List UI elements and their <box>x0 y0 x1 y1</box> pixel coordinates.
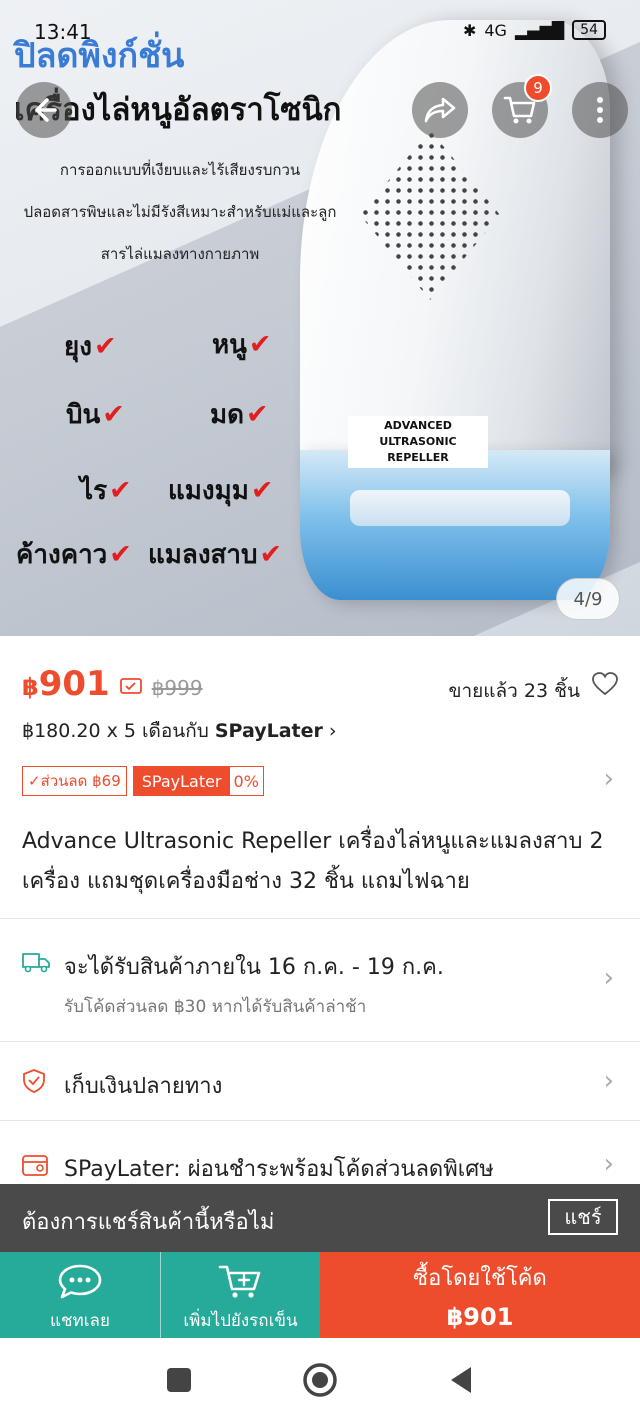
arrow-left-icon <box>35 98 57 122</box>
spaylater-tag-percent: 0% <box>233 771 259 791</box>
discount-tag: ✓ส่วนลด ฿69 <box>22 766 127 796</box>
product-title: Advance Ultrasonic Repeller เครื่องไล่หน… <box>22 829 604 894</box>
chat-button[interactable]: แชทเลย <box>0 1252 160 1338</box>
add-cart-icon <box>218 1265 260 1298</box>
heart-icon <box>592 672 618 696</box>
buy-button-label: ซื้อโดยใช้โค้ด <box>413 1265 547 1291</box>
bluetooth-icon: ✱ <box>462 20 477 40</box>
chat-bubble-icon <box>58 1264 102 1299</box>
pest-item: ค้างคาว✔ <box>16 539 132 570</box>
delivery-truck-icon <box>22 953 50 973</box>
original-price: ฿999 <box>151 676 203 700</box>
device-label-line-2: ULTRASONIC REPELLER <box>379 435 457 464</box>
status-icons: ✱ 4G ▂▄▆█ 54 <box>463 20 606 40</box>
buy-with-voucher-button[interactable]: ซื้อโดยใช้โค้ด ฿901 <box>320 1252 640 1338</box>
current-price: ฿901 <box>22 664 110 704</box>
device-label-line-1: ADVANCED <box>384 419 452 432</box>
add-to-cart-label: เพิ่มไปยังรถเข็น <box>183 1311 298 1331</box>
share-toast-button[interactable]: แชร์ <box>548 1199 618 1235</box>
share-toast-message: ต้องการแชร์สินค้านี้หรือไม่ <box>22 1210 275 1235</box>
pest-item: แมงมุม✔ <box>168 475 274 506</box>
shipping-guarantee: รับโค้ดส่วนลด ฿30 หากได้รับสินค้าล่าช้า <box>64 997 367 1017</box>
cart-button[interactable]: 9 <box>492 74 552 138</box>
cod-row[interactable]: เก็บเงินปลายทาง › <box>0 1042 640 1120</box>
pest-item: ยุง✔ <box>64 331 117 362</box>
add-to-cart-button[interactable]: เพิ่มไปยังรถเข็น <box>160 1252 320 1338</box>
coin-discount-icon <box>119 677 142 700</box>
installment-text: ฿180.20 x 5 เดือนกับ <box>22 720 215 742</box>
buy-button-price: ฿901 <box>446 1302 514 1331</box>
hero-line-3: สารไล่แมลงทางกายภาพ <box>100 245 260 263</box>
device-label: ADVANCED ULTRASONIC REPELLER <box>348 416 488 468</box>
share-arrow-icon <box>424 97 456 123</box>
image-counter: 4/9 <box>556 578 620 620</box>
spaylater-tag-label: SPayLater <box>133 767 230 795</box>
chevron-right-icon: › <box>603 1149 614 1179</box>
hero-line-2: ปลอดสารพิษและไม่มีรังสีเหมาะสำหรับแม่และ… <box>23 203 337 221</box>
more-vertical-icon <box>597 97 603 123</box>
favorite-button[interactable] <box>592 672 618 700</box>
price-row: ฿901 ฿999 <box>22 664 203 704</box>
cod-label: เก็บเงินปลายทาง <box>64 1074 223 1099</box>
chevron-right-icon: › <box>603 1066 614 1096</box>
system-nav-bar <box>0 1338 640 1422</box>
installment-link[interactable]: ฿180.20 x 5 เดือนกับ SPayLater › <box>22 716 337 746</box>
network-label: 4G <box>484 20 507 40</box>
chat-button-label: แชทเลย <box>50 1311 110 1331</box>
hero-line-1: การออกแบบที่เงียบและไร้เสียงรบกวน <box>59 161 301 179</box>
share-button[interactable] <box>412 82 468 138</box>
status-time: 13:41 <box>34 20 92 44</box>
shield-check-icon <box>23 1069 45 1093</box>
pest-item: มด✔ <box>210 399 269 430</box>
chevron-right-icon[interactable]: › <box>604 764 614 794</box>
spaylater-label: SPayLater: ผ่อนชำระพร้อมโค้ดส่วนลดพิเศษ <box>64 1157 494 1182</box>
sold-count: ขายแล้ว 23 ชิ้น <box>448 680 581 702</box>
chevron-right-icon: › <box>603 963 614 993</box>
recents-square-icon[interactable] <box>165 1366 193 1394</box>
spaylater-tag: SPayLater 0% <box>132 766 264 796</box>
pest-item: บิน✔ <box>66 399 125 430</box>
status-bar: 13:41 ✱ 4G ▂▄▆█ 54 <box>0 0 640 50</box>
promo-tags-row[interactable]: ✓ส่วนลด ฿69 SPayLater 0% <box>22 766 264 796</box>
more-options-button[interactable] <box>572 82 628 138</box>
back-triangle-icon[interactable] <box>447 1365 475 1395</box>
back-button[interactable] <box>16 82 72 138</box>
device-slot <box>350 490 570 526</box>
bottom-action-bar: แชทเลย เพิ่มไปยังรถเข็น ซื้อโดยใช้โค้ด ฿… <box>0 1252 640 1338</box>
share-toast: ต้องการแชร์สินค้านี้หรือไม่ แชร์ <box>0 1184 640 1252</box>
pest-item: ไร✔ <box>80 475 132 506</box>
signal-icon: ▂▄▆█ <box>514 20 565 40</box>
pest-item: แมลงสาบ✔ <box>148 539 283 570</box>
pest-item: หนู✔ <box>212 329 272 360</box>
cart-count-badge: 9 <box>524 74 552 102</box>
battery-icon: 54 <box>572 20 606 40</box>
shipping-estimate: จะได้รับสินค้าภายใน 16 ก.ค. - 19 ก.ค. <box>64 955 444 980</box>
shipping-row[interactable]: จะได้รับสินค้าภายใน 16 ก.ค. - 19 ก.ค. รั… <box>0 919 640 1041</box>
spaylater-icon <box>22 1155 48 1176</box>
spaylater-row[interactable]: SPayLater: ผ่อนชำระพร้อมโค้ดส่วนลดพิเศษ … <box>0 1121 640 1185</box>
home-circle-icon[interactable] <box>302 1362 338 1398</box>
chevron-right-icon: › <box>328 720 337 742</box>
installment-brand: SPayLater <box>214 720 323 742</box>
